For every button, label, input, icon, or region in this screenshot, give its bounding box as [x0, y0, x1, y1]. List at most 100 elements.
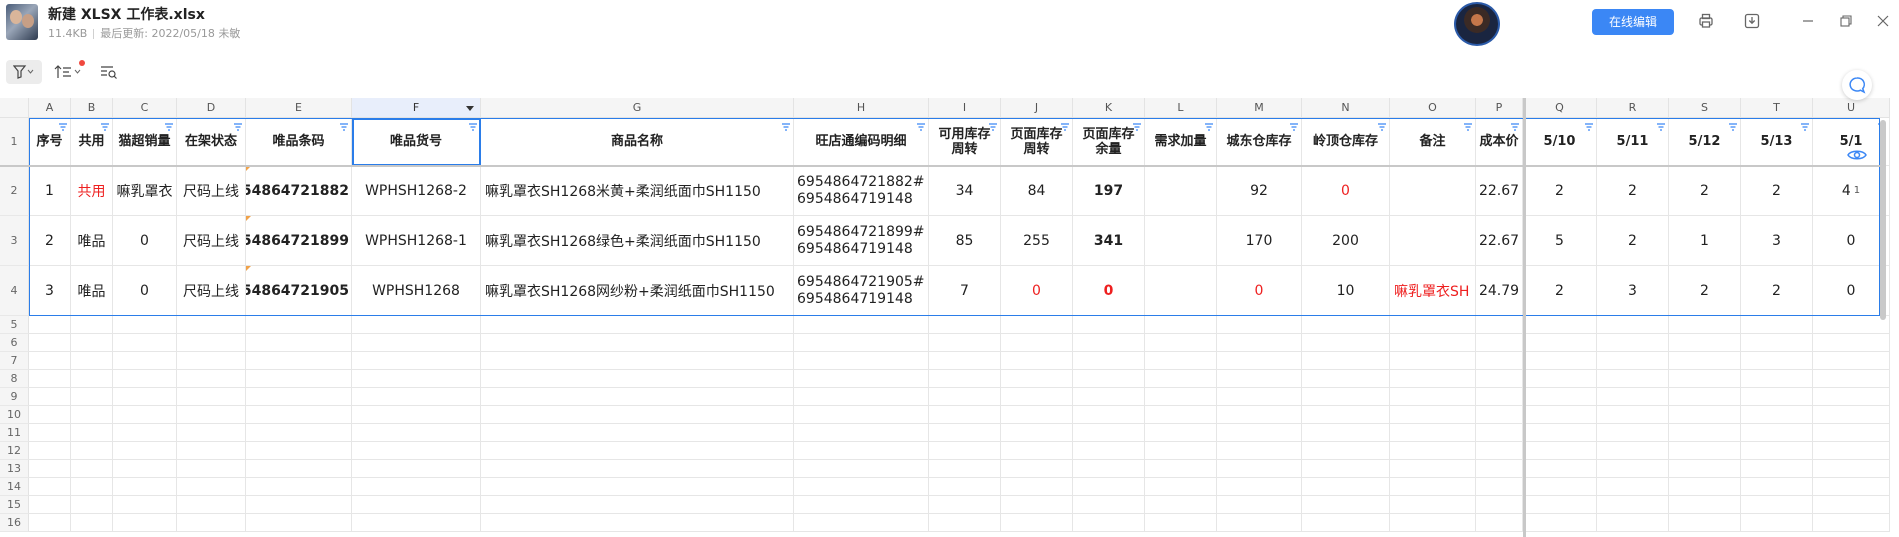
- column-header-o[interactable]: O: [1390, 98, 1476, 118]
- header-cell[interactable]: 备注: [1390, 118, 1476, 166]
- empty-cell[interactable]: [71, 514, 113, 532]
- empty-cell[interactable]: [177, 316, 246, 334]
- empty-cell[interactable]: [929, 352, 1001, 370]
- table-cell[interactable]: 嘛乳罩衣SH1268绿色+柔润纸面巾SH1150: [481, 216, 794, 266]
- empty-cell[interactable]: [1476, 424, 1523, 442]
- empty-cell[interactable]: [1390, 460, 1476, 478]
- print-icon[interactable]: [1695, 10, 1717, 32]
- empty-cell[interactable]: [1390, 388, 1476, 406]
- find-icon[interactable]: [100, 60, 122, 84]
- empty-cell[interactable]: [1476, 442, 1523, 460]
- empty-cell[interactable]: [29, 478, 71, 496]
- empty-cell[interactable]: [71, 496, 113, 514]
- empty-cell[interactable]: [1476, 496, 1523, 514]
- column-filter-icon[interactable]: [233, 120, 243, 131]
- empty-cell[interactable]: [1001, 478, 1073, 496]
- empty-cell[interactable]: [794, 334, 929, 352]
- table-cell[interactable]: 尺码上线: [177, 266, 246, 316]
- vertical-scrollbar[interactable]: [1880, 120, 1886, 320]
- empty-cell[interactable]: [1597, 478, 1669, 496]
- empty-cell[interactable]: [113, 334, 177, 352]
- empty-cell[interactable]: [246, 316, 352, 334]
- empty-cell[interactable]: [246, 442, 352, 460]
- empty-cell[interactable]: [1001, 496, 1073, 514]
- empty-cell[interactable]: [1217, 478, 1302, 496]
- empty-cell[interactable]: [1217, 496, 1302, 514]
- download-icon[interactable]: [1741, 10, 1763, 32]
- empty-cell[interactable]: [1813, 442, 1890, 460]
- table-cell[interactable]: 6954864721882: [246, 166, 352, 216]
- empty-cell[interactable]: [929, 334, 1001, 352]
- empty-cell[interactable]: [1669, 352, 1741, 370]
- empty-cell[interactable]: [1813, 478, 1890, 496]
- empty-cell[interactable]: [794, 352, 929, 370]
- empty-cell[interactable]: [1217, 370, 1302, 388]
- empty-cell[interactable]: [113, 316, 177, 334]
- column-header-n[interactable]: N: [1302, 98, 1390, 118]
- empty-cell[interactable]: [1669, 496, 1741, 514]
- user-avatar[interactable]: [1454, 2, 1500, 46]
- table-cell[interactable]: [1145, 166, 1217, 216]
- empty-cell[interactable]: [1145, 514, 1217, 532]
- empty-cell[interactable]: [1523, 352, 1597, 370]
- empty-cell[interactable]: [1073, 478, 1145, 496]
- empty-cell[interactable]: [1217, 352, 1302, 370]
- empty-cell[interactable]: [113, 478, 177, 496]
- table-cell[interactable]: 170: [1217, 216, 1302, 266]
- table-cell[interactable]: 嘛乳罩衣: [113, 166, 177, 216]
- empty-cell[interactable]: [481, 316, 794, 334]
- column-filter-icon[interactable]: [1656, 120, 1666, 131]
- empty-cell[interactable]: [177, 442, 246, 460]
- table-cell[interactable]: 尺码上线: [177, 216, 246, 266]
- header-cell[interactable]: 页面库存 周转: [1001, 118, 1073, 166]
- empty-cell[interactable]: [1073, 352, 1145, 370]
- table-cell[interactable]: 10: [1302, 266, 1390, 316]
- row-header[interactable]: 9: [0, 388, 29, 406]
- empty-cell[interactable]: [352, 406, 481, 424]
- empty-cell[interactable]: [1669, 514, 1741, 532]
- table-cell[interactable]: 2: [1597, 166, 1669, 216]
- table-cell[interactable]: 2: [1741, 166, 1813, 216]
- column-filter-icon[interactable]: [1204, 120, 1214, 131]
- column-filter-icon[interactable]: [1463, 120, 1473, 131]
- empty-cell[interactable]: [1390, 316, 1476, 334]
- empty-cell[interactable]: [1001, 514, 1073, 532]
- empty-cell[interactable]: [29, 352, 71, 370]
- empty-cell[interactable]: [1741, 424, 1813, 442]
- empty-cell[interactable]: [1597, 334, 1669, 352]
- empty-cell[interactable]: [1145, 316, 1217, 334]
- empty-cell[interactable]: [1813, 514, 1890, 532]
- empty-cell[interactable]: [1813, 496, 1890, 514]
- empty-cell[interactable]: [1217, 424, 1302, 442]
- table-cell[interactable]: 唯品: [71, 266, 113, 316]
- empty-cell[interactable]: [352, 478, 481, 496]
- column-header-d[interactable]: D: [177, 98, 246, 118]
- row-header[interactable]: 8: [0, 370, 29, 388]
- empty-cell[interactable]: [1476, 334, 1523, 352]
- header-cell[interactable]: 岭顶仓库存: [1302, 118, 1390, 166]
- table-cell[interactable]: 5: [1523, 216, 1597, 266]
- table-cell[interactable]: 0: [113, 216, 177, 266]
- empty-cell[interactable]: [1669, 334, 1741, 352]
- row-header[interactable]: 5: [0, 316, 29, 334]
- empty-cell[interactable]: [1001, 406, 1073, 424]
- table-cell[interactable]: 2: [1523, 266, 1597, 316]
- empty-cell[interactable]: [71, 424, 113, 442]
- table-cell[interactable]: 2: [1669, 266, 1741, 316]
- table-cell[interactable]: 0: [1001, 266, 1073, 316]
- empty-cell[interactable]: [1302, 406, 1390, 424]
- column-filter-icon[interactable]: [339, 120, 349, 131]
- column-filter-icon[interactable]: [468, 120, 478, 131]
- table-cell[interactable]: 2: [1669, 166, 1741, 216]
- empty-cell[interactable]: [113, 370, 177, 388]
- empty-cell[interactable]: [1302, 388, 1390, 406]
- empty-cell[interactable]: [1073, 334, 1145, 352]
- table-cell[interactable]: 6954864721905: [246, 266, 352, 316]
- header-cell[interactable]: 5/12: [1669, 118, 1741, 166]
- table-cell[interactable]: WPHSH1268-2: [352, 166, 481, 216]
- empty-cell[interactable]: [29, 496, 71, 514]
- table-cell[interactable]: [1145, 266, 1217, 316]
- empty-cell[interactable]: [1741, 316, 1813, 334]
- empty-cell[interactable]: [29, 316, 71, 334]
- empty-cell[interactable]: [352, 424, 481, 442]
